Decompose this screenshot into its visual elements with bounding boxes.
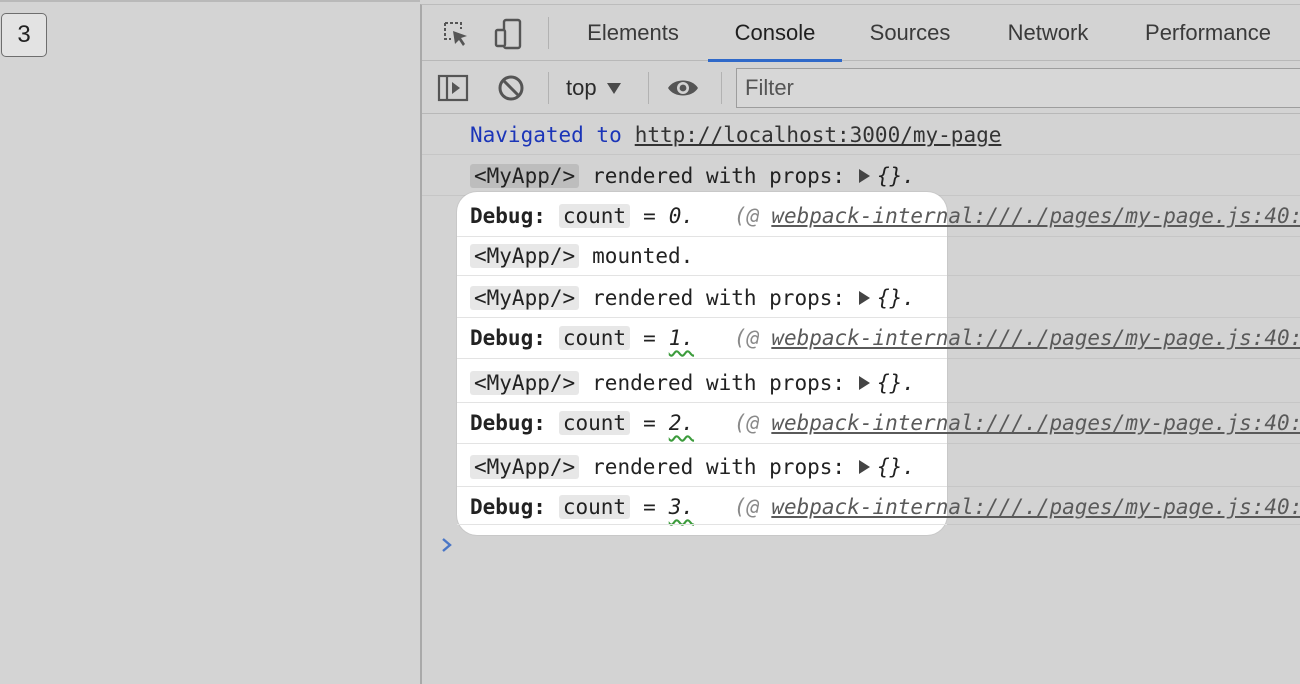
expand-triangle-icon[interactable] — [859, 460, 871, 474]
variable-chip: count — [558, 326, 631, 350]
toolbar-separator — [548, 17, 549, 49]
toolbar-separator — [721, 72, 722, 104]
equals-sign: = — [643, 326, 656, 350]
component-tag: <MyApp/> — [470, 455, 580, 479]
variable-chip: count — [558, 495, 631, 519]
source-prefix: (@ — [734, 411, 760, 435]
tab-performance[interactable]: Performance — [1128, 5, 1288, 61]
debug-label: Debug: — [470, 495, 546, 519]
count-value: 2. — [668, 411, 695, 435]
variable-chip: count — [558, 411, 631, 435]
console-message-debug: Debug: count = 2. (@ webpack-internal://… — [457, 403, 1300, 443]
count-value: 0. — [668, 204, 695, 228]
message-text: mounted. — [592, 244, 694, 268]
component-tag: <MyApp/> — [470, 163, 580, 188]
clear-console-icon[interactable] — [494, 71, 528, 105]
toolbar-separator — [648, 72, 649, 104]
inspect-element-icon[interactable] — [439, 17, 473, 51]
row-divider — [457, 275, 1300, 276]
props-object[interactable]: {}. — [877, 371, 915, 395]
tab-console-label: Console — [734, 20, 816, 45]
source-link[interactable]: webpack-internal:///./pages/my-page.js:4… — [771, 204, 1300, 228]
message-text: rendered with props: — [592, 371, 846, 395]
console-message-debug: Debug: count = 1. (@ webpack-internal://… — [457, 318, 1300, 358]
component-tag: <MyApp/> — [470, 286, 580, 310]
navigated-url-link[interactable]: http://localhost:3000/my-page — [635, 123, 1002, 147]
context-selector-value: top — [566, 75, 597, 100]
console-message-debug: Debug: count = 3. (@ webpack-internal://… — [457, 487, 1300, 527]
console-message-rendered: <MyApp/> rendered with props: {}. — [457, 447, 1300, 487]
props-object[interactable]: {}. — [877, 286, 915, 310]
expand-triangle-icon[interactable] — [859, 168, 871, 183]
component-tag: <MyApp/> — [470, 371, 580, 395]
tab-elements[interactable]: Elements — [568, 5, 698, 61]
filter-input[interactable] — [736, 68, 1300, 108]
caret-down-icon — [606, 82, 621, 94]
equals-sign: = — [643, 495, 656, 519]
variable-chip: count — [558, 204, 631, 228]
props-object[interactable]: {}. — [877, 455, 915, 479]
source-link[interactable]: webpack-internal:///./pages/my-page.js:4… — [771, 495, 1300, 519]
toolbar-separator — [548, 72, 549, 104]
eye-icon[interactable] — [666, 71, 700, 105]
debug-label: Debug: — [470, 204, 546, 228]
count-value: 1. — [668, 326, 695, 350]
source-link[interactable]: webpack-internal:///./pages/my-page.js:4… — [771, 326, 1300, 350]
count-button[interactable]: 3 — [1, 13, 47, 57]
equals-sign: = — [643, 204, 656, 228]
console-message-rendered: <MyApp/> rendered with props: {}. — [457, 278, 1300, 318]
row-divider — [457, 524, 1300, 525]
message-text: rendered with props: — [592, 163, 846, 188]
equals-sign: = — [643, 411, 656, 435]
console-message-mounted: <MyApp/> mounted. — [457, 236, 1300, 276]
console-message-navigated: Navigated to http://localhost:3000/my-pa… — [422, 115, 1300, 155]
tab-network[interactable]: Network — [990, 5, 1106, 61]
source-link[interactable]: webpack-internal:///./pages/my-page.js:4… — [771, 411, 1300, 435]
message-text: rendered with props: — [592, 286, 846, 310]
count-value: 3. — [668, 495, 695, 519]
source-prefix: (@ — [734, 326, 760, 350]
console-toolbar: top — [422, 62, 1300, 114]
expand-triangle-icon[interactable] — [859, 376, 871, 390]
props-object[interactable]: {}. — [877, 164, 915, 188]
chevron-right-icon — [442, 538, 452, 552]
navigated-label: Navigated to — [470, 122, 622, 147]
expand-triangle-icon[interactable] — [859, 291, 871, 305]
console-prompt[interactable] — [440, 535, 454, 555]
page-viewport: 3 — [0, 0, 420, 684]
device-toolbar-icon[interactable] — [492, 17, 526, 51]
console-message-debug: Debug: count = 0. (@ webpack-internal://… — [457, 196, 1300, 236]
source-prefix: (@ — [734, 204, 760, 228]
show-console-sidebar-icon[interactable] — [436, 71, 470, 105]
row-divider — [457, 443, 1300, 444]
debug-label: Debug: — [470, 411, 546, 435]
row-divider — [457, 358, 1300, 359]
debug-label: Debug: — [470, 326, 546, 350]
tab-sources[interactable]: Sources — [854, 5, 966, 61]
component-tag: <MyApp/> — [470, 244, 580, 268]
devtools-tab-bar: Elements Console Sources Network Perform… — [422, 5, 1300, 62]
context-selector[interactable]: top — [566, 70, 621, 106]
message-text: rendered with props: — [592, 455, 846, 479]
source-prefix: (@ — [734, 495, 760, 519]
tab-console[interactable]: Console — [708, 5, 842, 62]
console-message-rendered: <MyApp/> rendered with props: {}. — [422, 156, 1300, 196]
console-message-rendered: <MyApp/> rendered with props: {}. — [457, 363, 1300, 403]
